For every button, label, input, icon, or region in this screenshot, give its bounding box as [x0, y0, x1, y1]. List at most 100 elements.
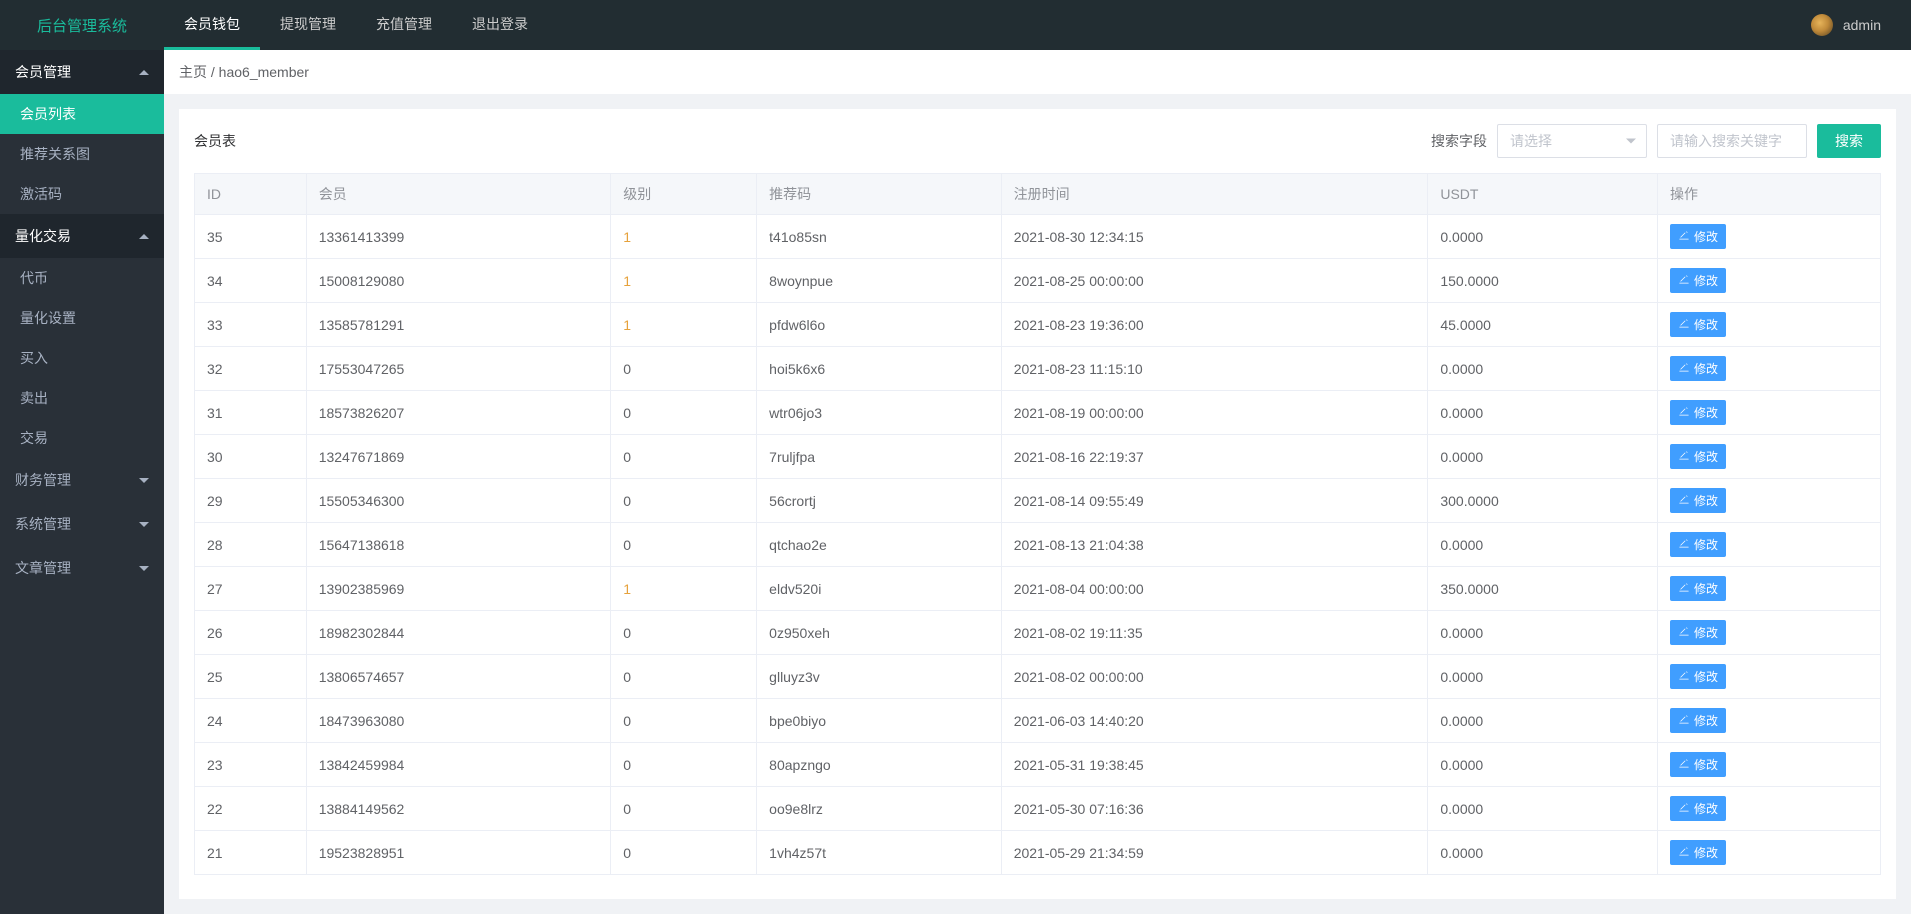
cell-code: 0z950xeh — [757, 611, 1002, 655]
sidebar-item-1-1[interactable]: 量化设置 — [0, 298, 164, 338]
edit-button-label: 修改 — [1694, 624, 1718, 641]
search-button[interactable]: 搜索 — [1817, 124, 1881, 158]
cell-level: 0 — [611, 611, 757, 655]
edit-button[interactable]: 修改 — [1670, 752, 1726, 777]
cell-time: 2021-08-30 12:34:15 — [1001, 215, 1428, 259]
sidebar-item-0-0[interactable]: 会员列表 — [0, 94, 164, 134]
topbar: 后台管理系统 会员钱包提现管理充值管理退出登录 admin — [0, 0, 1911, 50]
edit-button[interactable]: 修改 — [1670, 576, 1726, 601]
topbar-right[interactable]: admin — [1811, 14, 1911, 36]
sidebar-item-1-3[interactable]: 卖出 — [0, 378, 164, 418]
cell-id: 33 — [195, 303, 307, 347]
panel-head: 会员表 搜索字段 请选择 搜索 — [194, 124, 1881, 158]
table-row: 211952382895101vh4z57t2021-05-29 21:34:5… — [195, 831, 1881, 875]
cell-usdt: 0.0000 — [1428, 787, 1658, 831]
sidebar-group-4[interactable]: 文章管理 — [0, 546, 164, 590]
sidebar-item-0-1[interactable]: 推荐关系图 — [0, 134, 164, 174]
cell-level: 0 — [611, 655, 757, 699]
table-row: 33135857812911pfdw6l6o2021-08-23 19:36:0… — [195, 303, 1881, 347]
edit-button[interactable]: 修改 — [1670, 224, 1726, 249]
topnav-item-3[interactable]: 退出登录 — [452, 0, 548, 50]
edit-icon — [1678, 273, 1690, 288]
cell-usdt: 0.0000 — [1428, 391, 1658, 435]
cell-level: 0 — [611, 435, 757, 479]
cell-member: 18473963080 — [306, 699, 611, 743]
topnav-item-1[interactable]: 提现管理 — [260, 0, 356, 50]
edit-button-label: 修改 — [1694, 756, 1718, 773]
cell-actions: 修改 — [1657, 259, 1880, 303]
select-placeholder: 请选择 — [1510, 131, 1552, 151]
edit-button[interactable]: 修改 — [1670, 840, 1726, 865]
edit-icon — [1678, 713, 1690, 728]
cell-member: 13361413399 — [306, 215, 611, 259]
cell-usdt: 0.0000 — [1428, 699, 1658, 743]
edit-button[interactable]: 修改 — [1670, 356, 1726, 381]
cell-time: 2021-05-29 21:34:59 — [1001, 831, 1428, 875]
search-field-select[interactable]: 请选择 — [1497, 124, 1647, 158]
table-header-2: 级别 — [611, 174, 757, 215]
cell-id: 31 — [195, 391, 307, 435]
table-header-3: 推荐码 — [757, 174, 1002, 215]
search-field-label: 搜索字段 — [1431, 131, 1487, 151]
edit-button-label: 修改 — [1694, 668, 1718, 685]
sidebar-group-label: 量化交易 — [15, 226, 71, 246]
cell-id: 32 — [195, 347, 307, 391]
cell-level: 1 — [611, 567, 757, 611]
cell-id: 23 — [195, 743, 307, 787]
cell-time: 2021-08-23 19:36:00 — [1001, 303, 1428, 347]
topnav-item-2[interactable]: 充值管理 — [356, 0, 452, 50]
cell-level: 0 — [611, 743, 757, 787]
search-keyword-input[interactable] — [1657, 124, 1807, 158]
cell-code: 1vh4z57t — [757, 831, 1002, 875]
edit-button[interactable]: 修改 — [1670, 664, 1726, 689]
edit-icon — [1678, 229, 1690, 244]
edit-icon — [1678, 801, 1690, 816]
sidebar-group-label: 财务管理 — [15, 470, 71, 490]
sidebar-group-label: 系统管理 — [15, 514, 71, 534]
chevron-up-icon — [139, 234, 149, 239]
edit-button[interactable]: 修改 — [1670, 708, 1726, 733]
edit-icon — [1678, 537, 1690, 552]
edit-button-label: 修改 — [1694, 800, 1718, 817]
sidebar-item-0-2[interactable]: 激活码 — [0, 174, 164, 214]
cell-member: 15505346300 — [306, 479, 611, 523]
sidebar-group-2[interactable]: 财务管理 — [0, 458, 164, 502]
edit-icon — [1678, 581, 1690, 596]
edit-button[interactable]: 修改 — [1670, 400, 1726, 425]
breadcrumb-home[interactable]: 主页 — [179, 64, 207, 80]
cell-time: 2021-08-19 00:00:00 — [1001, 391, 1428, 435]
cell-usdt: 0.0000 — [1428, 743, 1658, 787]
table-row: 301324767186907ruljfpa2021-08-16 22:19:3… — [195, 435, 1881, 479]
edit-icon — [1678, 449, 1690, 464]
chevron-down-icon — [139, 478, 149, 483]
sidebar-item-1-4[interactable]: 交易 — [0, 418, 164, 458]
edit-button[interactable]: 修改 — [1670, 796, 1726, 821]
edit-button[interactable]: 修改 — [1670, 620, 1726, 645]
cell-level: 0 — [611, 479, 757, 523]
edit-button[interactable]: 修改 — [1670, 444, 1726, 469]
sidebar-group-1[interactable]: 量化交易 — [0, 214, 164, 258]
panel-title: 会员表 — [194, 131, 236, 151]
sidebar-group-label: 文章管理 — [15, 558, 71, 578]
cell-usdt: 0.0000 — [1428, 611, 1658, 655]
cell-usdt: 300.0000 — [1428, 479, 1658, 523]
table-header-0: ID — [195, 174, 307, 215]
cell-usdt: 150.0000 — [1428, 259, 1658, 303]
table-row: 24184739630800bpe0biyo2021-06-03 14:40:2… — [195, 699, 1881, 743]
sidebar-subgroup-1: 代币量化设置买入卖出交易 — [0, 258, 164, 458]
table-header-1: 会员 — [306, 174, 611, 215]
cell-actions: 修改 — [1657, 523, 1880, 567]
sidebar-group-0[interactable]: 会员管理 — [0, 50, 164, 94]
sidebar-item-1-2[interactable]: 买入 — [0, 338, 164, 378]
edit-button[interactable]: 修改 — [1670, 268, 1726, 293]
cell-time: 2021-08-02 00:00:00 — [1001, 655, 1428, 699]
sidebar-item-1-0[interactable]: 代币 — [0, 258, 164, 298]
topnav-item-0[interactable]: 会员钱包 — [164, 0, 260, 50]
edit-button[interactable]: 修改 — [1670, 488, 1726, 513]
chevron-up-icon — [139, 70, 149, 75]
sidebar-group-3[interactable]: 系统管理 — [0, 502, 164, 546]
cell-level: 1 — [611, 303, 757, 347]
edit-button[interactable]: 修改 — [1670, 312, 1726, 337]
edit-button[interactable]: 修改 — [1670, 532, 1726, 557]
table-header-5: USDT — [1428, 174, 1658, 215]
